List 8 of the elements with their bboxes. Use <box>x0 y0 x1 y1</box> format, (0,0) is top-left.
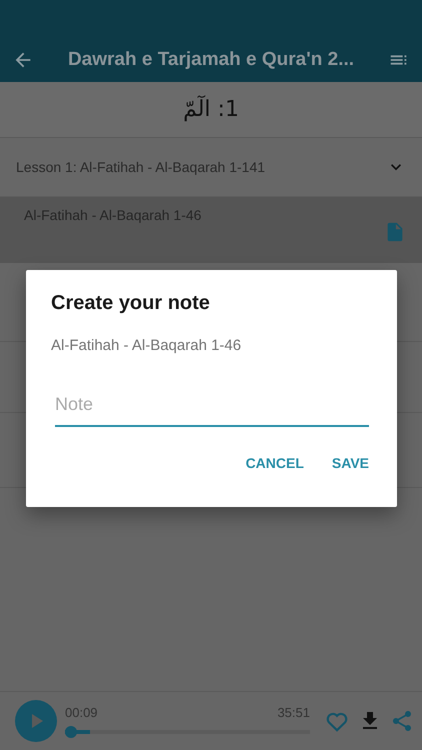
dialog-title: Create your note <box>51 292 211 315</box>
screen-title: Dawrah e Tarjamah e Qura'n 2... <box>66 49 356 71</box>
play-button[interactable] <box>15 700 57 742</box>
dialog-subtitle: Al-Fatihah - Al-Baqarah 1-46 <box>51 337 242 354</box>
chapter-heading: 1: الٓمّ <box>183 97 239 122</box>
save-button[interactable]: SAVE <box>332 455 369 471</box>
cancel-button[interactable]: CANCEL <box>246 455 304 471</box>
share-icon[interactable] <box>390 709 414 733</box>
